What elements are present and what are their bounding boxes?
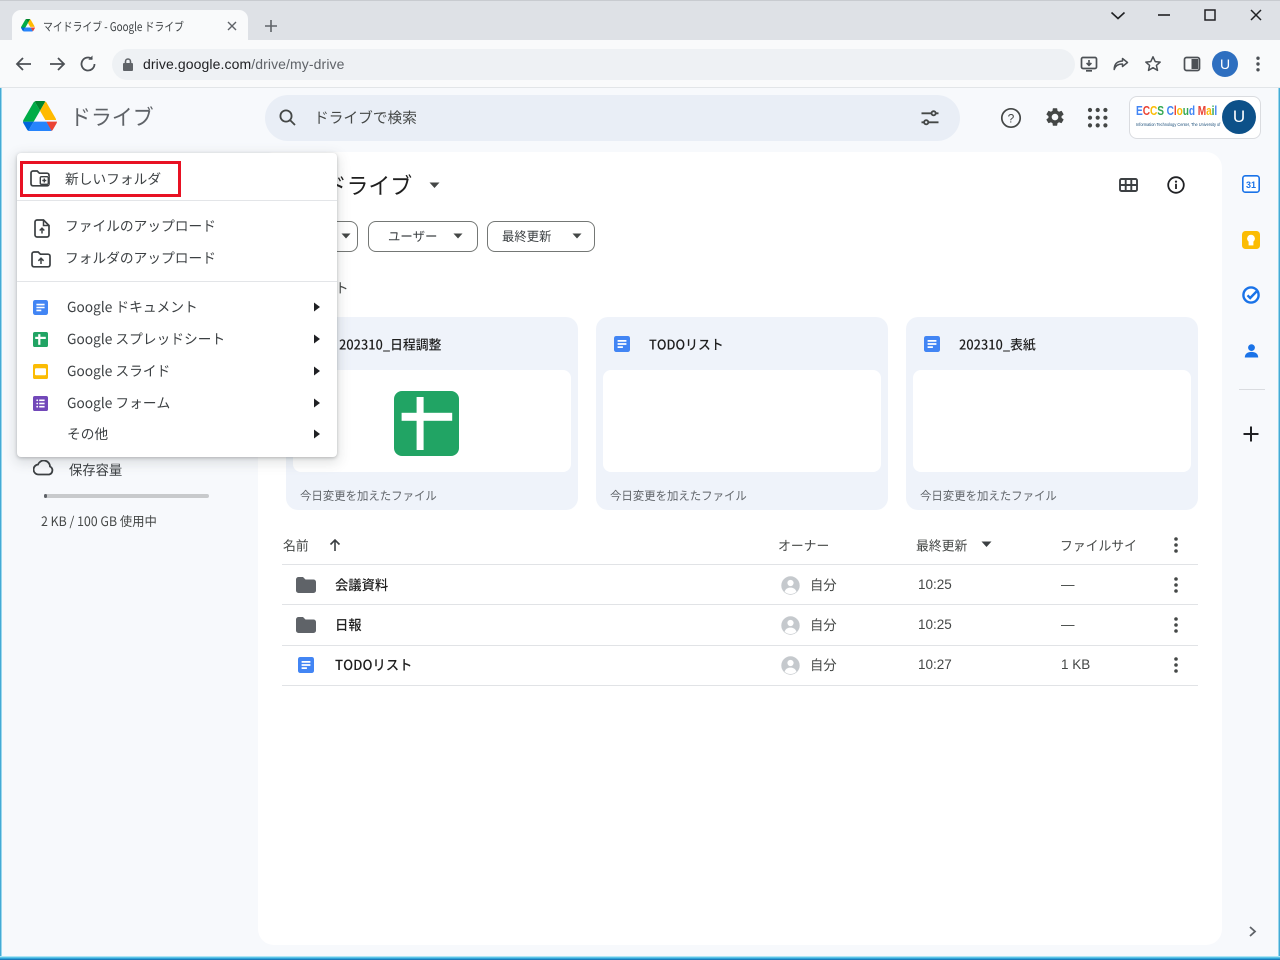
svg-text:?: ? <box>1008 111 1015 125</box>
svg-text:31: 31 <box>1246 180 1256 190</box>
